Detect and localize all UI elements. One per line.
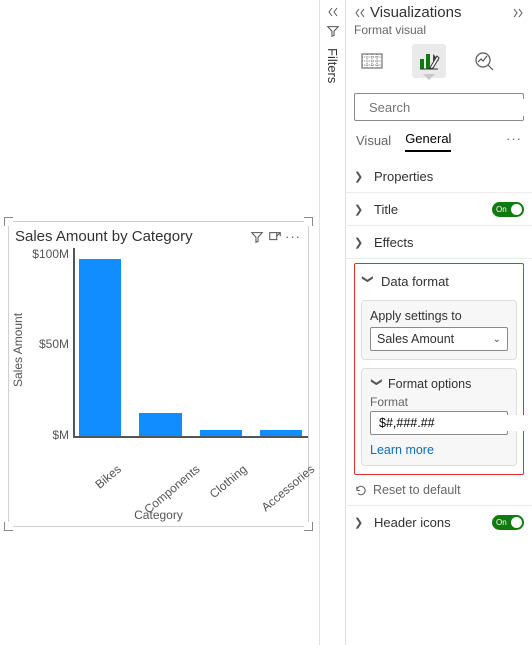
chevron-down-icon: ⌄ bbox=[493, 334, 501, 345]
format-string-input[interactable] bbox=[370, 411, 508, 435]
bar-bikes[interactable] bbox=[79, 259, 121, 436]
section-header-icons[interactable]: ❯ Header icons On bbox=[354, 506, 524, 538]
bar-clothing[interactable] bbox=[200, 430, 242, 436]
section-effects[interactable]: ❯ Effects bbox=[354, 226, 524, 258]
filters-label: Filters bbox=[325, 48, 340, 83]
chart-area: Sales Amount $100M $50M $M Bikes Compone… bbox=[9, 248, 308, 526]
chart-bars bbox=[73, 248, 308, 438]
section-properties[interactable]: ❯ Properties bbox=[354, 160, 524, 192]
x-axis-label: Category bbox=[9, 508, 308, 526]
resize-handle-tl[interactable] bbox=[4, 217, 13, 226]
format-visual-tab[interactable] bbox=[412, 44, 446, 78]
pane-title: Visualizations bbox=[370, 4, 508, 21]
pane-subtitle: Format visual bbox=[346, 21, 532, 41]
filters-icon[interactable] bbox=[326, 24, 340, 38]
format-options-header[interactable]: ❯ Format options bbox=[370, 377, 508, 391]
apply-settings-select[interactable]: Sales Amount ⌄ bbox=[370, 327, 508, 351]
search-input[interactable] bbox=[354, 93, 524, 121]
learn-more-link[interactable]: Learn more bbox=[370, 443, 434, 457]
build-visual-tab[interactable] bbox=[356, 44, 390, 78]
tabs-more-icon[interactable]: ··· bbox=[506, 131, 522, 152]
bar-accessories[interactable] bbox=[260, 430, 302, 436]
x-axis-ticks: Bikes Components Clothing Accessories bbox=[75, 452, 308, 508]
y-axis-ticks: $100M $50M $M bbox=[27, 248, 73, 452]
focus-mode-icon[interactable] bbox=[266, 230, 284, 244]
header-icons-toggle[interactable]: On bbox=[492, 515, 524, 530]
chevron-right-icon: ❯ bbox=[354, 203, 368, 216]
more-options-icon[interactable]: ··· bbox=[284, 229, 302, 244]
chevron-right-icon: ❯ bbox=[354, 516, 368, 529]
title-toggle[interactable]: On bbox=[492, 202, 524, 217]
apply-settings-card: Apply settings to Sales Amount ⌄ bbox=[361, 300, 517, 360]
filters-pane-collapsed[interactable]: Filters bbox=[319, 0, 345, 645]
chevron-down-icon: ❯ bbox=[362, 274, 375, 288]
format-options-card: ❯ Format options Format Learn more bbox=[361, 368, 517, 466]
filter-icon[interactable] bbox=[248, 230, 266, 244]
bar-components[interactable] bbox=[139, 413, 181, 436]
tab-general[interactable]: General bbox=[405, 131, 451, 152]
chart-visual[interactable]: Sales Amount by Category ··· Sales Amoun… bbox=[8, 221, 309, 527]
report-canvas[interactable]: Sales Amount by Category ··· Sales Amoun… bbox=[0, 0, 319, 645]
visualizations-pane: Visualizations Format visual bbox=[345, 0, 532, 645]
chevron-right-icon: ❯ bbox=[354, 236, 368, 249]
section-title[interactable]: ❯ Title On bbox=[354, 193, 524, 225]
chevron-right-icon: ❯ bbox=[354, 170, 368, 183]
apply-settings-label: Apply settings to bbox=[370, 309, 508, 323]
section-data-format[interactable]: ❯ Data format bbox=[361, 270, 517, 292]
tab-visual[interactable]: Visual bbox=[356, 133, 391, 152]
reset-icon bbox=[354, 484, 367, 497]
chevron-down-icon: ❯ bbox=[371, 377, 384, 391]
data-format-highlight: ❯ Data format Apply settings to Sales Am… bbox=[354, 263, 524, 475]
format-label: Format bbox=[370, 395, 508, 409]
chart-title: Sales Amount by Category bbox=[15, 228, 248, 245]
expand-filters-icon[interactable] bbox=[327, 6, 339, 18]
collapse-pane-icon[interactable] bbox=[354, 7, 366, 19]
resize-handle-tr[interactable] bbox=[304, 217, 313, 226]
expand-pane-icon[interactable] bbox=[512, 7, 524, 19]
y-axis-label: Sales Amount bbox=[9, 248, 27, 452]
reset-to-default[interactable]: Reset to default bbox=[354, 475, 524, 505]
analytics-tab[interactable] bbox=[468, 44, 502, 78]
